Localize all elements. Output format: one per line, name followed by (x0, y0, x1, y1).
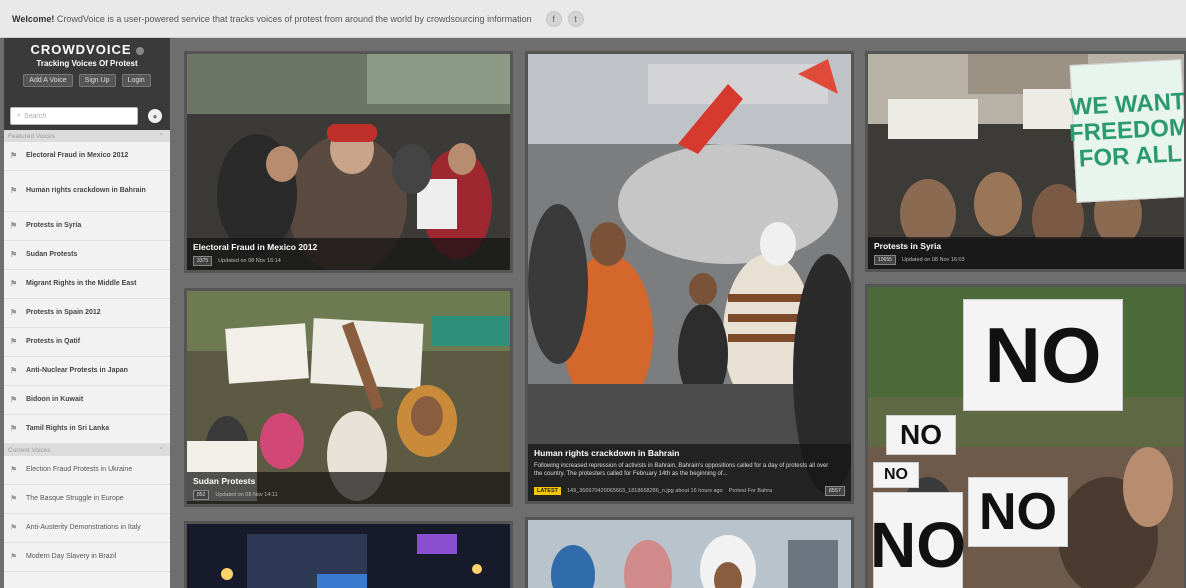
sidebar-voice-item[interactable]: ⚑ Electoral Fraud in Mexico 2012 (4, 142, 170, 171)
sidebar-voice-label: Tamil Rights in Sri Lanka (26, 425, 110, 432)
sidebar-voice-item[interactable]: ⚑ Anti-Nuclear Protests in Japan (4, 357, 170, 386)
sidebar-voice-item[interactable]: ⚑ Bidoon in Kuwait (4, 386, 170, 415)
protest-photo (528, 520, 851, 588)
facebook-icon[interactable]: f (545, 10, 562, 27)
tile-title[interactable]: Sudan Protests (193, 476, 504, 486)
sidebar-voice-item[interactable]: ⚑ Anti-Austerity Demonstrations in Italy (4, 514, 170, 543)
voice-icon: ⚑ (10, 552, 18, 561)
welcome-text: Welcome! CrowdVoice is a user-powered se… (12, 13, 532, 24)
sidebar-voice-label: The Basque Struggle in Europe (26, 495, 124, 502)
tile-description: Following increased repression of activi… (534, 463, 829, 477)
latest-post-row[interactable]: LATEST 149_366970420065663_1818668286_n.… (534, 486, 845, 496)
no-sign-large: NO (963, 299, 1123, 411)
sidebar-voice-label: Anti-Austerity Demonstrations in Italy (26, 524, 141, 531)
tile-title[interactable]: Electoral Fraud in Mexico 2012 (193, 242, 504, 252)
voice-tile-night[interactable] (184, 521, 513, 588)
voice-tile-mexico[interactable]: Electoral Fraud in Mexico 2012 3375 Updat… (184, 51, 513, 273)
sidebar-voice-label: Election Fraud Protests in Ukraine (26, 466, 133, 473)
no-sign: NO (886, 415, 956, 455)
sidebar-voice-item[interactable]: ⚑ Protests in Qatif (4, 328, 170, 357)
voice-icon: ⚑ (10, 221, 18, 230)
voice-tile-sudan[interactable]: Sudan Protests 852 Updated on 08 Nov 14:1… (184, 288, 513, 507)
voice-icon: ⚑ (10, 395, 18, 404)
post-count-badge: 8557 (824, 486, 845, 496)
no-sign: NO (968, 477, 1068, 547)
sidebar-voice-item[interactable]: ⚑ Sudan Protests (4, 241, 170, 270)
sidebar-voice-item[interactable]: ⚑ Election Fraud Protests in Ukraine (4, 456, 170, 485)
voice-tile-crowd[interactable] (525, 517, 854, 588)
sidebar: CROWDVOICE Tracking Voices Of Protest Ad… (4, 38, 170, 588)
voice-icon: ⚑ (10, 494, 18, 503)
voice-icon: ⚑ (10, 186, 18, 195)
sidebar-voice-item[interactable]: ⚑ Modern Day Slavery in Brazil (4, 543, 170, 572)
protest-photo (528, 54, 851, 501)
signup-button[interactable]: Sign Up (78, 74, 116, 87)
voice-icon: ⚑ (10, 465, 18, 474)
voice-icon: ⚑ (10, 337, 18, 346)
tile-caption: Electoral Fraud in Mexico 2012 3375 Updat… (187, 238, 510, 270)
post-count-badge: 10655 (874, 255, 896, 265)
sidebar-voice-label: Protests in Syria (26, 222, 82, 229)
welcome-bar: Welcome! CrowdVoice is a user-powered se… (0, 0, 1186, 38)
sidebar-voice-item[interactable]: ⚑ Protests in Syria (4, 212, 170, 241)
voice-tile-spain[interactable]: NO NO NO NO NO (865, 284, 1186, 588)
post-count-badge: 3375 (193, 256, 213, 266)
updated-text: Updated on 08 Nov 14:11 (215, 492, 278, 498)
voice-icon: ⚑ (10, 151, 18, 160)
sidebar-voice-item[interactable]: ⚑ Human rights crackdown in Bahrain (4, 171, 170, 212)
tagline: Tracking Voices Of Protest (36, 59, 138, 68)
location-pin-icon[interactable]: ● (148, 109, 162, 123)
voice-icon: ⚑ (10, 308, 18, 317)
featured-voices-heading: Featured Voices ⌃ (4, 130, 170, 142)
sidebar-voice-item[interactable]: ⚑ Tamil Rights in Sri Lanka (4, 415, 170, 444)
twitter-icon[interactable]: t (567, 10, 584, 27)
sidebar-voice-item[interactable]: ⚑ Migrant Rights in the Middle East (4, 270, 170, 299)
voice-icon: ⚑ (10, 366, 18, 375)
sidebar-voice-label: Protests in Qatif (26, 338, 81, 345)
sidebar-voice-label: Migrant Rights in the Middle East (26, 280, 137, 287)
voice-icon: ⚑ (10, 523, 18, 532)
voice-tile-syria[interactable]: WE WANT FREEDOM FOR ALL Protests in Syri… (865, 51, 1186, 272)
sidebar-voice-label: Bidoon in Kuwait (26, 396, 84, 403)
updated-text: Updated on 08 Nov 16:03 (901, 257, 965, 263)
voice-icon: ⚑ (10, 279, 18, 288)
sidebar-voice-label: Electoral Fraud in Mexico 2012 (26, 152, 129, 159)
tile-caption: Protests in Syria 10655 Updated on 08 Nov… (868, 237, 1184, 269)
sidebar-voice-label: Sudan Protests (26, 251, 78, 258)
voice-icon: ⚑ (10, 250, 18, 259)
tile-title[interactable]: Protests in Syria (874, 241, 1178, 251)
logo[interactable]: CROWDVOICE (4, 42, 170, 57)
tile-title[interactable]: Human rights crackdown in Bahrain (534, 448, 845, 458)
sidebar-voice-label: Human rights crackdown in Bahrain (26, 187, 146, 194)
info-icon[interactable] (135, 46, 144, 55)
tile-caption: Human rights crackdown in Bahrain Follow… (528, 444, 851, 501)
search-row: ⌕ Search ● (4, 102, 170, 130)
current-voices-heading: Current Voices ⌃ (4, 444, 170, 456)
sidebar-voice-item[interactable]: ⚑ The Basque Struggle in Europe (4, 485, 170, 514)
login-button[interactable]: Login (121, 74, 151, 87)
voice-tile-bahrain[interactable]: Human rights crackdown in Bahrain Follow… (525, 51, 854, 504)
protest-photo (187, 524, 510, 588)
add-voice-button[interactable]: Add A Voice (23, 74, 73, 87)
latest-post-source: Protest For Bahra (728, 488, 773, 494)
post-count-badge: 852 (193, 490, 210, 500)
search-input[interactable]: ⌕ Search (10, 107, 138, 125)
latest-post-text: 149_366970420065663_1818668286_n.jpg abo… (566, 488, 723, 494)
updated-text: Updated on 08 Nov 16:14 (218, 258, 281, 264)
no-sign: NO (873, 462, 919, 488)
sidebar-voice-label: Modern Day Slavery in Brazil (26, 553, 117, 560)
brand-header: CROWDVOICE Tracking Voices Of Protest Ad… (4, 38, 170, 102)
sidebar-voice-label: Anti-Nuclear Protests in Japan (26, 367, 128, 374)
no-sign: NO (870, 492, 966, 588)
sidebar-voice-item[interactable]: ⚑ Protests in Spain 2012 (4, 299, 170, 328)
voice-icon: ⚑ (10, 424, 18, 433)
search-icon: ⌕ (17, 112, 21, 119)
sidebar-voice-label: Protests in Spain 2012 (26, 309, 101, 316)
latest-badge: LATEST (534, 487, 561, 495)
tile-caption: Sudan Protests 852 Updated on 08 Nov 14:1… (187, 472, 510, 504)
freedom-sign: WE WANT FREEDOM FOR ALL (1068, 59, 1184, 203)
